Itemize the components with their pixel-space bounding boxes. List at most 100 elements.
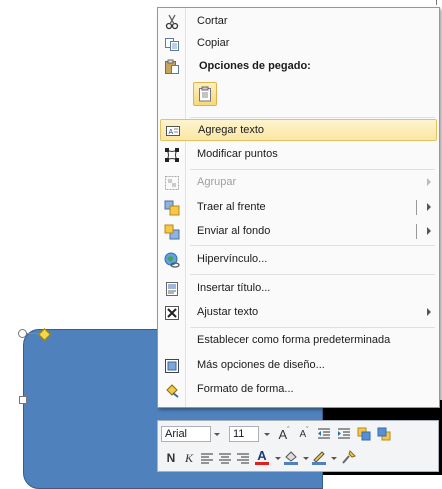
format-shape-icon bbox=[164, 382, 180, 398]
grow-font-button[interactable]: Aˆ bbox=[275, 425, 293, 443]
svg-text:A: A bbox=[169, 129, 174, 136]
menu-item-label: Agregar texto bbox=[198, 124, 265, 136]
font-size-chevron-down-icon[interactable] bbox=[264, 433, 270, 436]
font-color-chevron-down-icon[interactable] bbox=[275, 457, 281, 460]
resize-handle-top-left[interactable] bbox=[18, 329, 27, 338]
menu-item-group[interactable]: Agrupar bbox=[160, 172, 437, 194]
scissors-icon bbox=[164, 14, 180, 30]
menu-item-insert-caption[interactable]: Insertar título... bbox=[160, 278, 437, 300]
shape-fill-button[interactable] bbox=[355, 425, 373, 443]
font-name-dropdown[interactable]: Arial bbox=[161, 426, 211, 442]
font-color-button[interactable]: A bbox=[253, 448, 271, 466]
hyperlink-icon bbox=[164, 252, 180, 268]
decrease-indent-icon bbox=[318, 428, 330, 439]
menu-item-format-shape[interactable]: Formato de forma... bbox=[160, 379, 437, 401]
format-painter-button[interactable] bbox=[340, 448, 358, 466]
format-painter-icon bbox=[342, 450, 356, 464]
outline-color-chevron-down-icon[interactable] bbox=[331, 457, 337, 460]
menu-item-label: Establecer como forma predeterminada bbox=[197, 334, 391, 346]
align-right-icon bbox=[237, 453, 249, 463]
font-size-dropdown[interactable]: 11 bbox=[229, 426, 259, 442]
menu-item-label: Modificar puntos bbox=[197, 148, 278, 160]
menu-item-label: Más opciones de diseño... bbox=[197, 359, 325, 371]
context-menu: Cortar Copiar Opciones de pegado: A Agre… bbox=[157, 7, 440, 408]
align-center-button[interactable] bbox=[216, 449, 234, 467]
menu-separator bbox=[190, 245, 435, 246]
italic-button[interactable]: K bbox=[180, 449, 198, 467]
submenu-arrow-icon bbox=[427, 178, 431, 186]
resize-handle-left[interactable] bbox=[19, 396, 27, 404]
menu-item-label: Copiar bbox=[197, 37, 230, 49]
menu-item-set-default-shape[interactable]: Establecer como forma predeterminada bbox=[160, 330, 437, 352]
wrap-text-icon bbox=[164, 305, 180, 321]
insert-caption-icon bbox=[164, 281, 180, 297]
menu-separator bbox=[190, 169, 435, 170]
grow-font-icon: A bbox=[278, 426, 288, 442]
mini-formatting-toolbar: Arial 11 Aˆ Aˇ N K A bbox=[157, 420, 439, 472]
paste-options-header: Opciones de pegado: bbox=[199, 60, 311, 72]
layout-options-icon bbox=[164, 358, 180, 374]
font-color-bar bbox=[255, 461, 269, 465]
arrange-icon bbox=[377, 427, 391, 441]
edit-points-icon bbox=[164, 147, 180, 163]
menu-item-label: Formato de forma... bbox=[197, 383, 294, 395]
menu-item-label: Enviar al fondo bbox=[197, 225, 271, 237]
menu-item-copy[interactable]: Copiar bbox=[160, 33, 437, 55]
align-right-button[interactable] bbox=[234, 449, 252, 467]
bold-button[interactable]: N bbox=[162, 449, 180, 467]
menu-item-cut[interactable]: Cortar bbox=[160, 11, 437, 33]
pen-outline-icon bbox=[312, 451, 326, 465]
fill-color-chevron-down-icon[interactable] bbox=[303, 457, 309, 460]
menu-item-hyperlink[interactable]: Hipervínculo... bbox=[160, 249, 437, 271]
fill-color-button[interactable] bbox=[282, 448, 300, 466]
menu-item-label: Traer al frente bbox=[197, 201, 266, 213]
italic-icon: K bbox=[184, 450, 193, 465]
bring-to-front-icon bbox=[164, 200, 180, 216]
menu-item-label: Agrupar bbox=[197, 176, 237, 188]
menu-item-paste-options-header: Opciones de pegado: bbox=[160, 56, 437, 78]
menu-item-add-text[interactable]: A Agregar texto bbox=[160, 119, 437, 141]
paste-clipboard-icon bbox=[198, 86, 212, 105]
add-text-icon: A bbox=[165, 123, 181, 139]
font-name-chevron-down-icon[interactable] bbox=[214, 433, 220, 436]
align-left-icon bbox=[201, 453, 213, 463]
menu-item-label: Ajustar texto bbox=[197, 306, 259, 318]
align-left-button[interactable] bbox=[198, 449, 216, 467]
split-divider bbox=[416, 200, 417, 215]
paint-bucket-icon bbox=[284, 451, 298, 465]
menu-item-wrap-text[interactable]: Ajustar texto bbox=[160, 302, 437, 324]
increase-indent-icon bbox=[338, 428, 350, 439]
submenu-arrow-icon[interactable] bbox=[427, 203, 431, 211]
menu-item-send-to-back[interactable]: Enviar al fondo bbox=[160, 221, 437, 243]
copy-icon bbox=[164, 36, 180, 52]
selection-corner-mark bbox=[436, 0, 437, 5]
menu-separator bbox=[190, 274, 435, 275]
submenu-arrow-icon bbox=[427, 308, 431, 316]
paste-keep-text-only-button[interactable] bbox=[193, 82, 217, 106]
font-size-value: 11 bbox=[233, 428, 245, 440]
font-color-icon: A bbox=[257, 447, 267, 463]
shrink-font-button[interactable]: Aˇ bbox=[295, 425, 313, 443]
menu-item-label: Insertar título... bbox=[197, 282, 271, 294]
menu-item-label: Hipervínculo... bbox=[197, 253, 268, 265]
menu-item-edit-points[interactable]: Modificar puntos bbox=[160, 144, 437, 166]
group-icon bbox=[164, 175, 180, 191]
menu-item-more-layout-options[interactable]: Más opciones de diseño... bbox=[160, 355, 437, 377]
arrange-button[interactable] bbox=[375, 425, 393, 443]
menu-item-bring-to-front[interactable]: Traer al frente bbox=[160, 197, 437, 219]
decrease-indent-button[interactable] bbox=[315, 425, 333, 443]
align-center-icon bbox=[219, 453, 231, 463]
menu-separator bbox=[190, 327, 435, 328]
send-to-back-icon bbox=[164, 224, 180, 240]
paste-options-icon bbox=[164, 59, 180, 75]
shape-fill-icon bbox=[357, 427, 371, 441]
submenu-arrow-icon[interactable] bbox=[427, 227, 431, 235]
menu-item-label: Cortar bbox=[197, 15, 228, 27]
font-name-value: Arial bbox=[165, 428, 188, 440]
shrink-font-icon: A bbox=[299, 428, 307, 440]
outline-color-button[interactable] bbox=[310, 448, 328, 466]
split-divider bbox=[416, 224, 417, 239]
increase-indent-button[interactable] bbox=[335, 425, 353, 443]
menu-separator bbox=[190, 117, 435, 118]
bold-icon: N bbox=[166, 451, 176, 465]
